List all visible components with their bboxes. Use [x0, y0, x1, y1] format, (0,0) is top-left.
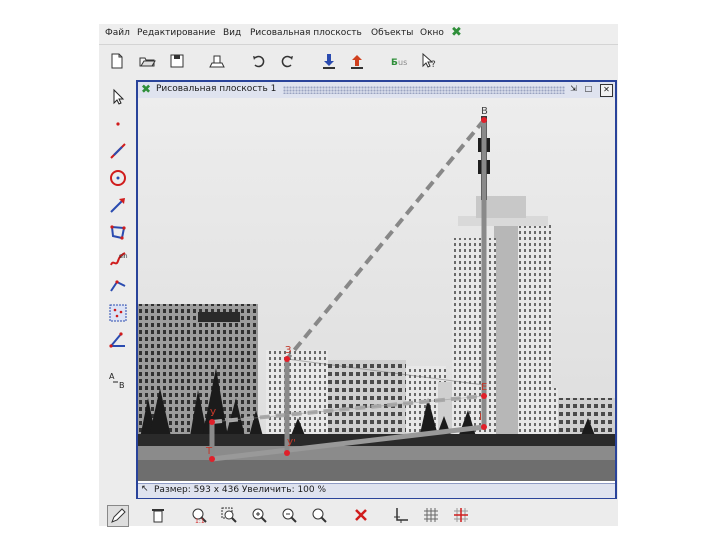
window-title: Рисовальная плоскость 1	[156, 84, 277, 94]
point-icon[interactable]	[107, 113, 129, 135]
label-Y: У	[210, 408, 216, 419]
vector-icon[interactable]	[107, 194, 129, 216]
restore-icon[interactable]: ⇲	[568, 84, 579, 95]
open-folder-icon[interactable]	[137, 51, 157, 71]
app-close-icon[interactable]: ✖	[451, 26, 462, 40]
label-Z: З	[285, 345, 291, 356]
help-pointer-icon[interactable]: ?	[419, 51, 439, 71]
zoom-special-icon[interactable]: 1:1	[189, 505, 209, 525]
status-bar: ↖ Размер: 593 x 436 Увеличить: 100 %	[138, 483, 615, 498]
undo-icon[interactable]	[249, 51, 269, 71]
app-window: Файл Редактирование Вид Рисовальная плос…	[99, 24, 618, 527]
menu-view[interactable]: Вид	[223, 28, 241, 38]
zoom-in-icon[interactable]	[249, 505, 269, 525]
point-I[interactable]	[481, 424, 487, 430]
window-close-green-icon[interactable]: ✖	[141, 82, 151, 96]
circle-icon[interactable]	[107, 167, 129, 189]
status-pointer-icon: ↖	[141, 484, 149, 494]
label-T: Т	[205, 446, 213, 457]
svg-text:us: us	[398, 58, 407, 67]
save-disk-icon[interactable]	[167, 51, 187, 71]
tool-palette: sin AB	[99, 80, 135, 488]
download-icon[interactable]	[319, 51, 339, 71]
svg-text:B: B	[119, 381, 125, 390]
locus-icon[interactable]	[107, 275, 129, 297]
label-I: I	[479, 412, 482, 423]
label-E: E	[481, 382, 487, 393]
label-icon[interactable]: AB	[107, 369, 129, 391]
zoom-window-icon[interactable]	[219, 505, 239, 525]
edit-pencil-icon[interactable]	[107, 505, 129, 527]
drawing-window-titlebar: ✖ Рисовальная плоскость 1 ⇲ □ ✕	[138, 82, 615, 99]
svg-text:sin: sin	[119, 253, 128, 260]
pointer-icon[interactable]	[107, 86, 129, 108]
main-toolbar: Бus ?	[99, 45, 618, 77]
print-icon[interactable]	[207, 51, 227, 71]
point-Yp[interactable]	[284, 450, 290, 456]
angle-icon[interactable]	[107, 329, 129, 351]
point-Y[interactable]	[209, 419, 215, 425]
redo-icon[interactable]	[277, 51, 297, 71]
zoom-out-icon[interactable]	[279, 505, 299, 525]
maximize-icon[interactable]: □	[583, 84, 594, 95]
line-icon[interactable]	[107, 140, 129, 162]
curve-icon[interactable]: sin	[107, 248, 129, 270]
zoom-fit-icon[interactable]	[309, 505, 329, 525]
menu-objects[interactable]: Объекты	[371, 28, 413, 38]
menu-drawing-plane[interactable]: Рисовальная плоскость	[250, 28, 362, 38]
svg-text:1:1: 1:1	[195, 518, 205, 524]
label-B: B	[481, 106, 488, 117]
photo-scene: B З У У' Т E I	[138, 98, 615, 481]
status-text: Размер: 593 x 436 Увеличить: 100 %	[154, 485, 327, 495]
upload-icon[interactable]	[347, 51, 367, 71]
svg-text:Б: Б	[391, 58, 398, 68]
bottom-toolbar: 1:1	[99, 502, 618, 527]
axes-icon[interactable]	[391, 505, 411, 525]
delete-red-icon[interactable]	[351, 505, 371, 525]
menu-file[interactable]: Файл	[105, 28, 130, 38]
titlebar-pattern	[283, 86, 565, 94]
svg-text:?: ?	[431, 60, 436, 70]
trash-icon[interactable]	[148, 505, 168, 525]
menu-bar: Файл Редактирование Вид Рисовальная плос…	[99, 24, 618, 45]
polygon-icon[interactable]	[107, 221, 129, 243]
svg-text:A: A	[109, 372, 115, 381]
grid-icon[interactable]	[421, 505, 441, 525]
point-E[interactable]	[481, 393, 487, 399]
window-close-icon[interactable]: ✕	[600, 84, 613, 97]
menu-window[interactable]: Окно	[420, 28, 444, 38]
new-document-icon[interactable]	[107, 51, 127, 71]
properties-icon[interactable]: Бus	[389, 51, 409, 71]
ground-shadow	[138, 460, 615, 481]
point-Z[interactable]	[284, 356, 290, 362]
menu-edit[interactable]: Редактирование	[137, 28, 216, 38]
red-grid-icon[interactable]	[451, 505, 471, 525]
drawing-canvas[interactable]: B З У У' Т E I	[138, 98, 615, 481]
point-B[interactable]	[481, 117, 487, 123]
grid-points-icon[interactable]	[107, 302, 129, 324]
label-Yp: У'	[287, 438, 296, 449]
drawing-window: ✖ Рисовальная плоскость 1 ⇲ □ ✕ B З У У'…	[136, 80, 617, 499]
